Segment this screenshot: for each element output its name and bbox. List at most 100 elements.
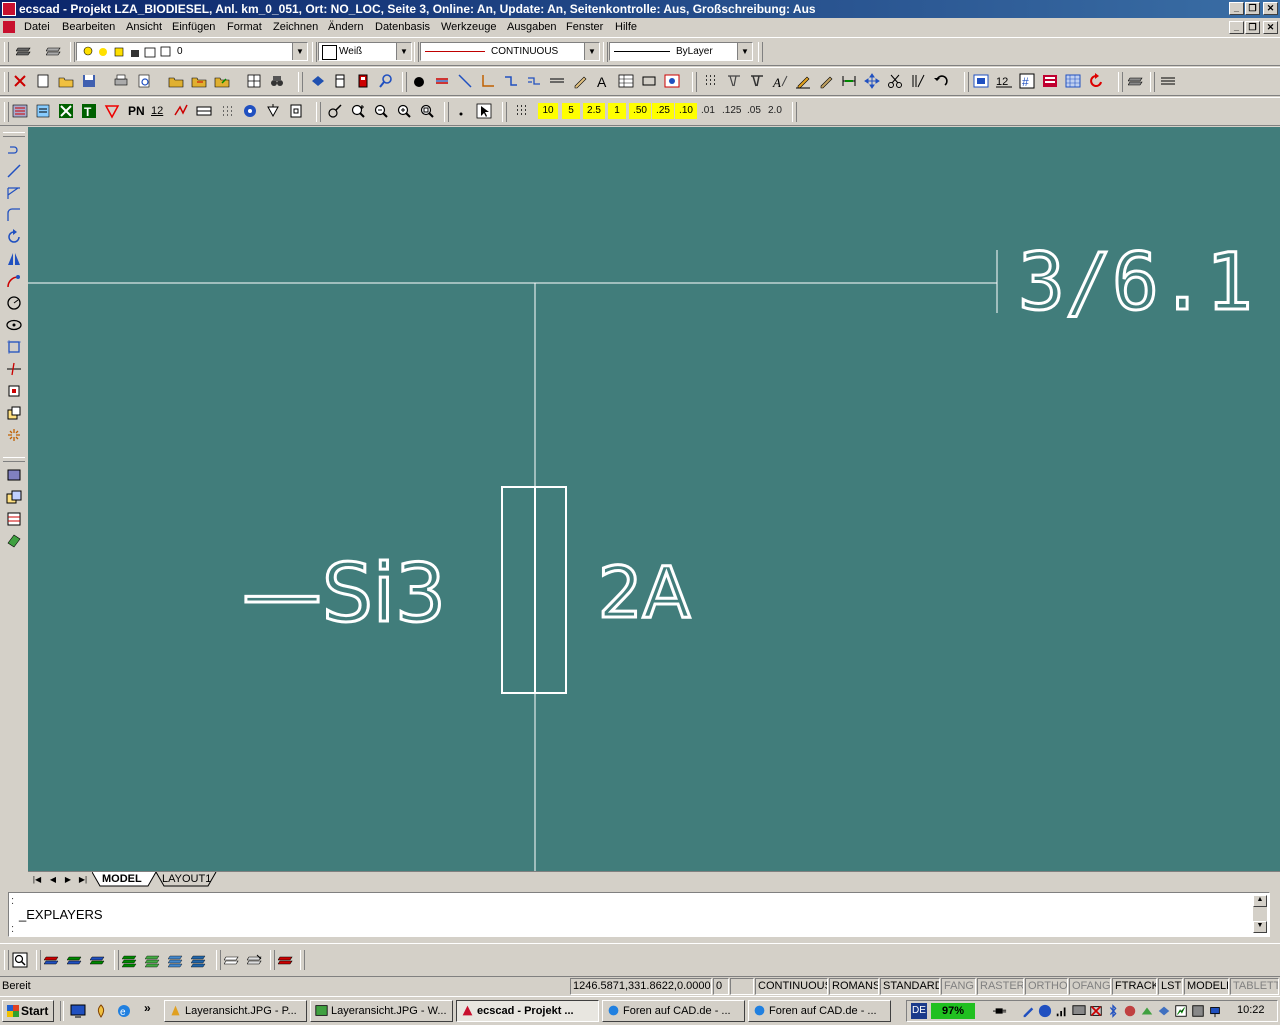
device-list-icon[interactable] [35, 103, 51, 119]
pencil-icon[interactable] [572, 73, 588, 89]
point-icon[interactable] [453, 103, 469, 119]
device-tag-text[interactable]: —Si3 [241, 546, 448, 642]
task-layeransicht-paint[interactable]: Layeransicht.JPG - P... [164, 1000, 307, 1022]
document-icon[interactable] [3, 21, 15, 33]
scroll-down-icon[interactable]: ▼ [1253, 921, 1267, 933]
menu-datei[interactable]: Datei [24, 21, 50, 33]
rotate-icon[interactable] [6, 229, 22, 245]
scale-25[interactable]: .25 [652, 103, 674, 119]
cut-icon[interactable] [12, 73, 28, 89]
tray-app-c-icon[interactable] [1157, 1004, 1171, 1018]
open-project-icon[interactable] [168, 73, 184, 89]
toggle-lst[interactable]: LST [1158, 978, 1183, 995]
lineweight-combo[interactable]: ByLayer ▼ [609, 42, 753, 61]
task-foren-2[interactable]: Foren auf CAD.de - ... [748, 1000, 891, 1022]
arc-icon[interactable] [6, 273, 22, 289]
terminal-t-icon[interactable]: T [81, 103, 97, 119]
scale-2-5[interactable]: 2.5 [583, 103, 605, 119]
attribute-icon[interactable] [6, 533, 22, 549]
layer-match-icon[interactable] [67, 952, 83, 968]
offset-connect-icon[interactable] [526, 73, 542, 89]
monitor-tray-icon[interactable] [1072, 1004, 1086, 1018]
menu-fenster[interactable]: Fenster [566, 21, 603, 33]
find-icon[interactable] [269, 73, 285, 89]
doc-close-button[interactable]: ✕ [1263, 21, 1278, 34]
menu-ansicht[interactable]: Ansicht [126, 21, 162, 33]
ellipse-icon[interactable] [6, 317, 22, 333]
scissors-icon[interactable] [887, 73, 903, 89]
explode-icon[interactable] [6, 427, 22, 443]
restore-button[interactable]: ❐ [1245, 2, 1260, 15]
brush-icon[interactable] [818, 73, 834, 89]
doc-restore-button[interactable]: ❐ [1245, 21, 1260, 34]
print-preview-icon[interactable] [136, 73, 152, 89]
parallel-lines-icon[interactable] [434, 73, 450, 89]
layer-change-icon[interactable] [90, 952, 106, 968]
refresh-icon[interactable] [1088, 73, 1104, 89]
menu-zeichnen[interactable]: Zeichnen [273, 21, 318, 33]
bus-icon[interactable] [549, 73, 565, 89]
undo-icon[interactable] [933, 73, 949, 89]
menu-format[interactable]: Format [227, 21, 262, 33]
menu-einfuegen[interactable]: Einfügen [172, 21, 215, 33]
menu-ausgaben[interactable]: Ausgaben [507, 21, 557, 33]
lineweight-dropdown-icon[interactable]: ▼ [737, 43, 752, 60]
page-icon[interactable] [288, 103, 304, 119]
diagonal-line-icon[interactable] [457, 73, 473, 89]
start-button[interactable]: Start [2, 1000, 54, 1022]
layer-thaw-icon[interactable] [191, 952, 207, 968]
menu-bearbeiten[interactable]: Bearbeiten [62, 21, 115, 33]
task-layeransicht-viewer[interactable]: Layeransicht.JPG - W... [310, 1000, 453, 1022]
group-icon[interactable] [6, 489, 22, 505]
layer-dropdown-icon[interactable]: ▼ [292, 43, 307, 60]
grid-view-icon[interactable] [246, 73, 262, 89]
block-insert-icon[interactable] [664, 73, 680, 89]
layer-isolate-icon[interactable] [44, 952, 60, 968]
angle-icon[interactable] [910, 73, 926, 89]
signal-icon[interactable] [1055, 1004, 1069, 1018]
open-folder-icon[interactable] [191, 73, 207, 89]
fuse-rating-text[interactable]: 2A [597, 551, 693, 636]
scale-125[interactable]: .125 [722, 103, 741, 119]
quicklaunch-more[interactable]: » [144, 1001, 151, 1015]
last-tab-icon[interactable]: ▶| [76, 873, 90, 886]
network-icon[interactable] [1038, 1004, 1052, 1018]
dot-icon[interactable] [411, 73, 427, 89]
linetype-dropdown-icon[interactable]: ▼ [584, 43, 599, 60]
terminal-icon[interactable] [332, 73, 348, 89]
power-plug-icon[interactable] [993, 1004, 1007, 1018]
color-dropdown-icon[interactable]: ▼ [396, 43, 411, 60]
command-scrollbar[interactable]: ▲ ▼ [1253, 895, 1267, 933]
prev-tab-icon[interactable]: ◀ [46, 873, 60, 886]
construction-line-icon[interactable] [6, 185, 22, 201]
linetype-combo[interactable]: CONTINUOUS ▼ [420, 42, 600, 61]
battery-indicator[interactable]: 97% [931, 1003, 975, 1019]
step-connect-icon[interactable] [503, 73, 519, 89]
scale-10[interactable]: 10 [538, 103, 558, 119]
close-button[interactable]: ✕ [1263, 2, 1278, 15]
first-tab-icon[interactable]: |◀ [30, 873, 44, 886]
tray-app-d-icon[interactable] [1174, 1004, 1188, 1018]
app-icon[interactable] [2, 2, 16, 16]
minimize-button[interactable]: _ [1229, 2, 1244, 15]
line-icon[interactable] [6, 163, 22, 179]
toggle-ortho[interactable]: ORTHO [1025, 978, 1068, 995]
matrix-icon[interactable] [1065, 73, 1081, 89]
polyline-icon[interactable] [6, 141, 22, 157]
zoom-realtime-icon[interactable] [350, 103, 366, 119]
list-icon[interactable] [1042, 73, 1058, 89]
text-icon[interactable]: A [595, 73, 611, 89]
block-icon[interactable] [6, 383, 22, 399]
layer-previous-icon[interactable] [46, 43, 62, 59]
scale-grid-icon[interactable] [514, 103, 530, 119]
scale-01[interactable]: .01 [701, 103, 715, 119]
browser-icon[interactable]: e [116, 1003, 132, 1019]
contact-icon[interactable] [196, 103, 212, 119]
layer-unlock-icon[interactable] [247, 952, 263, 968]
dots-icon[interactable] [219, 103, 235, 119]
table-icon[interactable] [618, 73, 634, 89]
mirror-icon[interactable] [6, 251, 22, 267]
quicklaunch-app-icon[interactable] [93, 1003, 109, 1019]
layer-off-icon[interactable] [145, 952, 161, 968]
doc-minimize-button[interactable]: _ [1229, 21, 1244, 34]
